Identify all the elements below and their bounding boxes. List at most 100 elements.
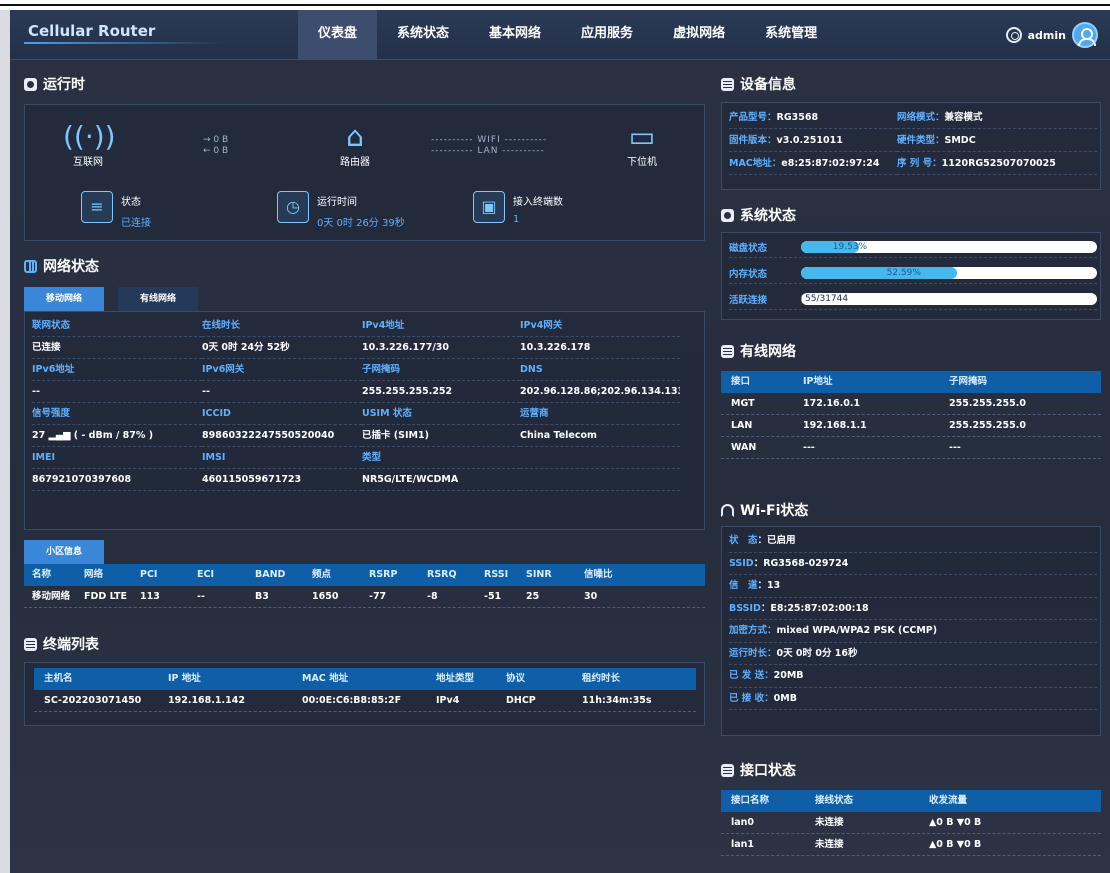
terminals-title: 终端列表 xyxy=(24,634,99,654)
device-label: 固件版本： xyxy=(729,135,777,146)
col-header: 地址类型 xyxy=(436,673,475,684)
col-header: 接口 xyxy=(731,376,751,387)
memory-bar: 内存状态 52.59% xyxy=(729,262,1097,284)
sysstat-title-text: 系统状态 xyxy=(740,208,796,224)
tab-wired[interactable]: 有线网络 xyxy=(118,287,199,311)
ports-table: 接口名称 接线状态 收发流量 lan0 未连接 ▲0 B ▼0 B lan1 未… xyxy=(721,790,1101,856)
wifi-value: ：E8:25:87:02:00:18 xyxy=(760,602,869,614)
info-icon xyxy=(721,77,734,91)
kv-label: 联网状态 xyxy=(32,315,202,337)
cell-value: MGT xyxy=(731,398,755,409)
cell-value: 192.168.1.1 xyxy=(803,420,867,431)
cell-value: FDD LTE xyxy=(84,591,128,602)
avatar[interactable] xyxy=(1072,22,1098,48)
col-header: ECI xyxy=(197,569,214,580)
bar-text: 55/31744 xyxy=(805,293,849,304)
device-label: 序 列 号： xyxy=(897,158,942,169)
client-node: ▭ 下位机 xyxy=(617,121,667,169)
col-header: 子网掩码 xyxy=(949,376,988,387)
wifi-label: 状 态 xyxy=(729,535,758,546)
kv-label: IPv4网关 xyxy=(520,315,680,337)
cell-value: B3 xyxy=(255,591,269,602)
cell-value: LAN xyxy=(731,420,753,431)
wifi-label: 运行时长： xyxy=(729,647,777,659)
nav-dashboard[interactable]: 仪表盘 xyxy=(298,10,378,60)
wifi-label: 信 道 xyxy=(729,580,758,591)
nav-virtual-network[interactable]: 虚拟网络 xyxy=(653,10,745,60)
col-header: 主机名 xyxy=(44,673,73,684)
user-area: admin xyxy=(1005,22,1098,48)
cell-value: 1650 xyxy=(312,591,339,602)
internet-label: 互联网 xyxy=(73,157,103,168)
status-value: 已连接 xyxy=(121,218,151,229)
nav-system-admin[interactable]: 系统管理 xyxy=(745,10,837,60)
kv-label: IMSI xyxy=(202,447,362,469)
kv-value: 89860322247550520040 xyxy=(202,425,362,447)
cell-value: --- xyxy=(949,442,961,453)
uptime-value: 0天 0时 26分 39秒 xyxy=(317,218,405,229)
gear-icon[interactable] xyxy=(1005,27,1022,43)
username[interactable]: admin xyxy=(1028,29,1066,42)
clients-label: 接入终端数 xyxy=(513,197,563,208)
bar-track: 52.59% xyxy=(801,266,1097,279)
wifi-label: SSID xyxy=(729,557,754,569)
kv-value: 867921070397608 xyxy=(32,469,202,491)
runtime-icon xyxy=(24,77,37,91)
table-row: lan1 未连接 ▲0 B ▼0 B xyxy=(721,834,1101,856)
cell-value: lan1 xyxy=(731,839,755,850)
kv-value: -- xyxy=(202,381,362,403)
cell-value: 192.168.1.142 xyxy=(168,695,245,706)
uptime-label: 运行时间 xyxy=(317,197,357,208)
ports-header-row: 接口名称 接线状态 收发流量 xyxy=(721,790,1101,812)
internet-node: ((·)) 互联网 xyxy=(63,121,116,169)
col-header: RSRP xyxy=(369,569,398,580)
cell-value: 未连接 xyxy=(815,817,844,828)
device-label: 硬件类型： xyxy=(897,135,945,146)
wifi-value: ：RG3568-029724 xyxy=(753,557,849,569)
kv-label: IPv4地址 xyxy=(362,315,520,337)
bar-label: 活跃连接 xyxy=(729,294,768,306)
rx-value: ← 0 B xyxy=(203,146,229,156)
cell-value: 172.16.0.1 xyxy=(803,398,861,409)
kv-value: NR5G/LTE/WCDMA xyxy=(362,469,520,491)
col-header: 协议 xyxy=(506,673,526,684)
network-grid: 联网状态 在线时长 IPv4地址 IPv4网关 已连接 0天 0时 24分 52… xyxy=(32,315,680,491)
cell-table: 名称 网络 PCI ECI BAND 频点 RSRP RSRQ RSSI SIN… xyxy=(24,564,705,608)
kv-value: 0天 0时 24分 52秒 xyxy=(202,337,362,359)
client-label: 下位机 xyxy=(627,157,657,168)
kv-value: 已连接 xyxy=(32,337,202,359)
kv-value: 27 ▂▄▆ ( - dBm / 87% ) xyxy=(32,425,202,447)
device-value: RG3568 xyxy=(776,112,819,123)
traffic-counter: → 0 B ← 0 B xyxy=(203,135,228,157)
bar-fill xyxy=(801,292,802,305)
runtime-panel: ((·)) 互联网 → 0 B ← 0 B ⌂ 路由器 ---------- W… xyxy=(24,104,705,241)
wifi-icon xyxy=(721,503,734,517)
nav-app-services[interactable]: 应用服务 xyxy=(561,10,653,60)
nav-system-status[interactable]: 系统状态 xyxy=(377,10,469,60)
tab-cell-info[interactable]: 小区信息 xyxy=(24,540,105,564)
runtime-title: 运行时 xyxy=(24,74,85,94)
cell-value: 移动网络 xyxy=(32,591,71,602)
main-nav: 仪表盘 系统状态 基本网络 应用服务 虚拟网络 系统管理 xyxy=(298,10,837,60)
wifi-value: ：已启用 xyxy=(757,535,796,546)
device-value: 1120RG52507070025 xyxy=(941,158,1056,169)
runtime-title-text: 运行时 xyxy=(43,77,85,93)
cell-header-row: 名称 网络 PCI ECI BAND 频点 RSRP RSRQ RSSI SIN… xyxy=(24,564,705,586)
cell-value: lan0 xyxy=(731,817,755,828)
table-row: lan0 未连接 ▲0 B ▼0 B xyxy=(721,812,1101,834)
wired-header-row: 接口 IP地址 子网掩码 xyxy=(721,371,1101,393)
wifi-value: 20MB xyxy=(773,670,804,681)
router-node: ⌂ 路由器 xyxy=(325,121,385,169)
nav-basic-network[interactable]: 基本网络 xyxy=(469,10,561,60)
clock-icon: ◷ xyxy=(277,191,309,223)
kv-label: ICCID xyxy=(202,403,362,425)
tab-mobile[interactable]: 移动网络 xyxy=(24,287,105,311)
table-row[interactable]: SC-202203071450 192.168.1.142 00:0E:C6:B… xyxy=(34,690,696,712)
col-header: SINR xyxy=(526,569,552,580)
bar-track: 19.53% xyxy=(801,240,1097,253)
cell-value: -51 xyxy=(484,591,502,602)
kv-value: China Telecom xyxy=(520,425,680,447)
cell-value: 255.255.255.0 xyxy=(949,420,1026,431)
col-header: BAND xyxy=(255,569,286,580)
cell-value: IPv4 xyxy=(436,695,460,706)
